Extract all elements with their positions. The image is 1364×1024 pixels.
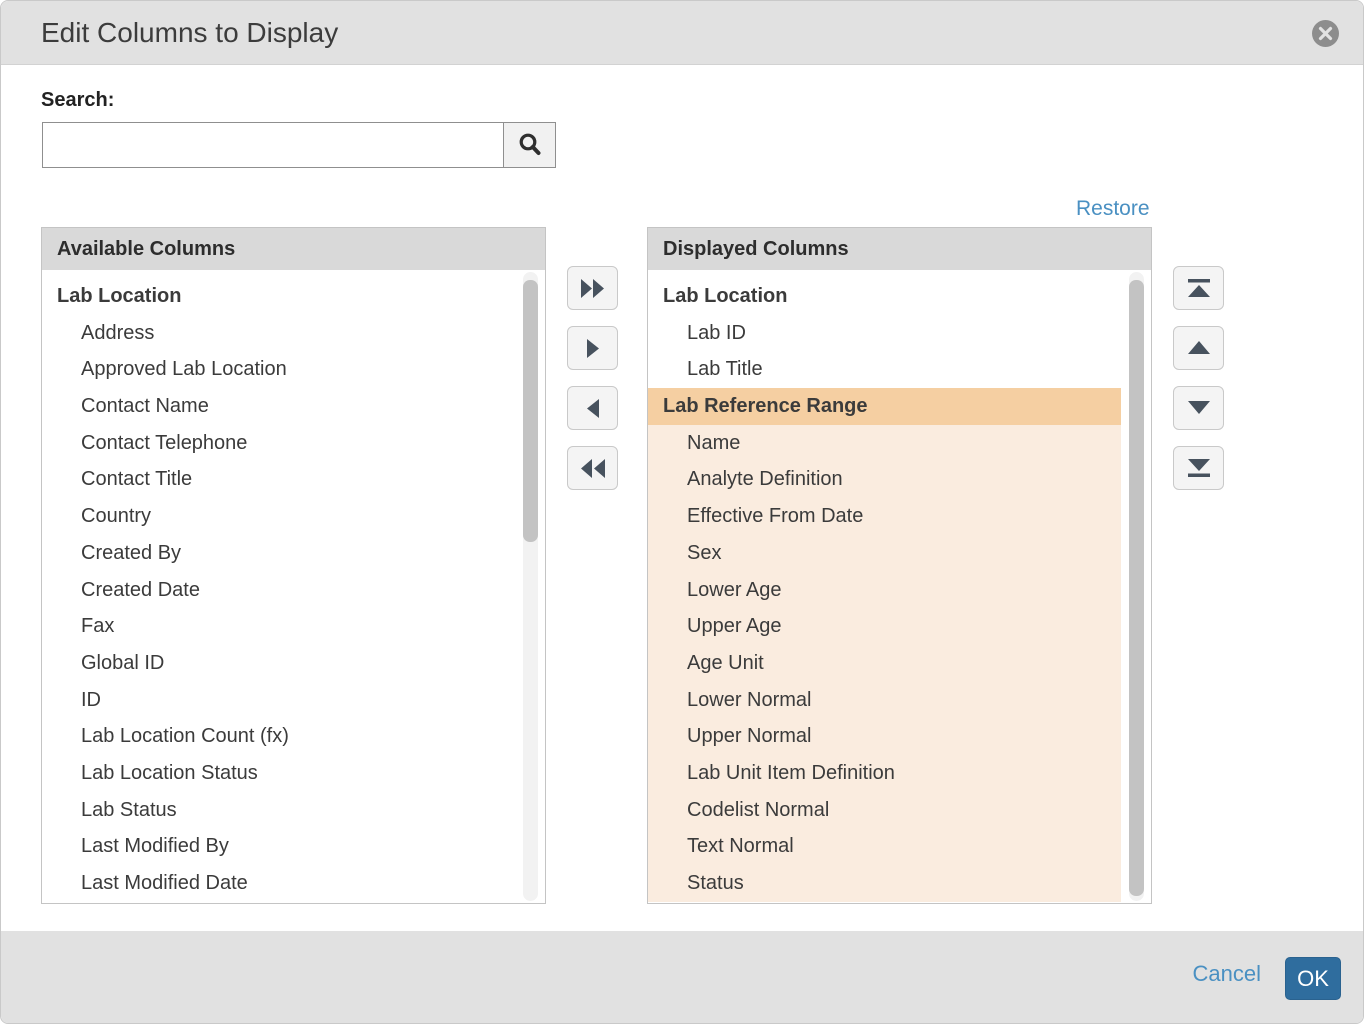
column-item-row[interactable]: Sex — [648, 535, 1121, 572]
column-item-row[interactable]: Name — [648, 425, 1121, 462]
column-item-row[interactable]: Codelist Normal — [648, 792, 1121, 829]
move-to-top-button[interactable] — [1173, 266, 1224, 310]
dialog-footer: Cancel OK — [1, 931, 1363, 1023]
available-columns-header: Available Columns — [42, 228, 545, 270]
move-left-icon — [586, 399, 600, 418]
search-input[interactable] — [42, 122, 504, 168]
column-item-row[interactable]: Lab ID — [648, 315, 1121, 352]
move-up-icon — [1187, 341, 1211, 355]
move-up-button[interactable] — [1173, 326, 1224, 370]
displayed-scrollbar-thumb[interactable] — [1129, 280, 1144, 896]
dialog-title: Edit Columns to Display — [41, 1, 338, 65]
available-scrollbar-thumb[interactable] — [523, 280, 538, 542]
move-right-button[interactable] — [567, 326, 618, 370]
column-item-row[interactable]: ID — [42, 682, 515, 719]
displayed-columns-listbox: Displayed Columns Lab LocationLab IDLab … — [647, 227, 1152, 904]
column-item-row[interactable]: Lab Status — [42, 792, 515, 829]
move-down-icon — [1187, 401, 1211, 415]
column-item-row[interactable]: Contact Name — [42, 388, 515, 425]
dialog-titlebar: Edit Columns to Display — [1, 1, 1363, 65]
column-item-row[interactable]: Last Modified By — [42, 828, 515, 865]
column-item-row[interactable]: Contact Telephone — [42, 425, 515, 462]
close-icon — [1318, 26, 1333, 41]
move-all-left-icon — [580, 459, 606, 478]
restore-link[interactable]: Restore — [1076, 197, 1153, 221]
move-to-bottom-icon — [1187, 458, 1211, 478]
column-item-row[interactable]: Global ID — [42, 645, 515, 682]
column-item-row[interactable]: Last Modified Date — [42, 865, 515, 902]
move-right-icon — [586, 339, 600, 358]
column-item-row[interactable]: Created Date — [42, 572, 515, 609]
column-item-row[interactable]: Approved Lab Location — [42, 351, 515, 388]
move-left-button[interactable] — [567, 386, 618, 430]
move-to-bottom-button[interactable] — [1173, 446, 1224, 490]
column-group-row[interactable]: Lab Location — [42, 278, 515, 315]
search-label: Search: — [41, 89, 114, 112]
column-item-row[interactable]: Created By — [42, 535, 515, 572]
available-scrollbar[interactable] — [523, 272, 538, 901]
cancel-button[interactable]: Cancel — [1193, 961, 1261, 987]
column-item-row[interactable]: Upper Normal — [648, 718, 1121, 755]
column-item-row[interactable]: Fax — [42, 608, 515, 645]
column-group-row[interactable]: Lab Reference Range — [648, 388, 1121, 425]
column-item-row[interactable]: Effective From Date — [648, 498, 1121, 535]
column-item-row[interactable]: Analyte Definition — [648, 461, 1121, 498]
available-columns-list: Lab LocationAddressApproved Lab Location… — [42, 270, 545, 903]
move-down-button[interactable] — [1173, 386, 1224, 430]
displayed-scrollbar[interactable] — [1129, 272, 1144, 901]
column-item-row[interactable]: Contact Title — [42, 461, 515, 498]
column-item-row[interactable]: Address — [42, 315, 515, 352]
column-item-row[interactable]: Lab Location Status — [42, 755, 515, 792]
column-item-row[interactable]: Country — [42, 498, 515, 535]
column-item-row[interactable]: Age Unit — [648, 645, 1121, 682]
move-all-right-icon — [580, 279, 606, 298]
column-item-row[interactable]: Lab Title — [648, 351, 1121, 388]
displayed-columns-list: Lab LocationLab IDLab TitleLab Reference… — [648, 270, 1151, 903]
move-all-right-button[interactable] — [567, 266, 618, 310]
move-to-top-icon — [1187, 278, 1211, 298]
column-item-row[interactable]: Lab Unit Item Definition — [648, 755, 1121, 792]
available-columns-listbox: Available Columns Lab LocationAddressApp… — [41, 227, 546, 904]
edit-columns-dialog: Edit Columns to Display Search: Restore … — [0, 0, 1364, 1024]
column-item-row[interactable]: Lower Normal — [648, 682, 1121, 719]
column-item-row[interactable]: Lab Location Count (fx) — [42, 718, 515, 755]
column-item-row[interactable]: Upper Age — [648, 608, 1121, 645]
column-item-row[interactable]: Text Normal — [648, 828, 1121, 865]
search-icon — [517, 132, 543, 158]
move-all-left-button[interactable] — [567, 446, 618, 490]
column-item-row[interactable]: Lower Age — [648, 572, 1121, 609]
ok-button[interactable]: OK — [1285, 957, 1341, 1000]
close-button[interactable] — [1312, 20, 1339, 47]
column-item-row[interactable]: Status — [648, 865, 1121, 902]
displayed-columns-header: Displayed Columns — [648, 228, 1151, 270]
column-group-row[interactable]: Lab Location — [648, 278, 1121, 315]
search-button[interactable] — [503, 122, 556, 168]
